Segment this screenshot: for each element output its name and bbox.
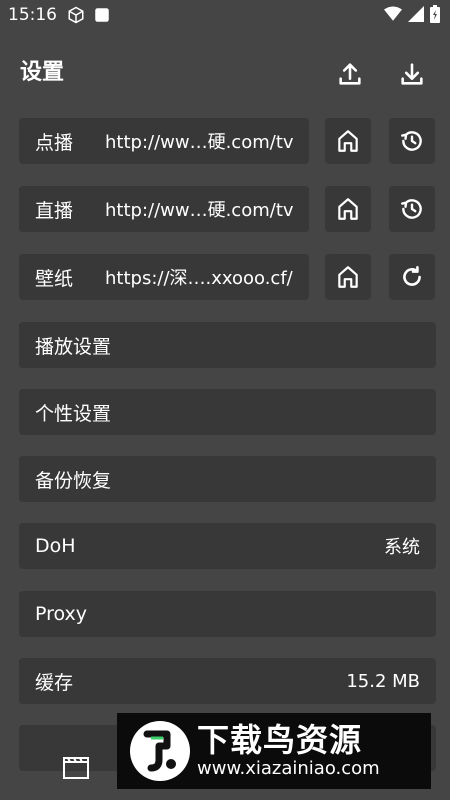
- live-label: 直播: [35, 199, 74, 222]
- vod-history-button[interactable]: [389, 118, 435, 164]
- setting-label: Proxy: [35, 603, 88, 625]
- wifi-icon: [384, 6, 402, 21]
- watermark-title: 下载鸟资源: [197, 721, 363, 759]
- battery-icon: [430, 5, 440, 23]
- setting-row-backup[interactable]: 备份恢复: [19, 456, 436, 502]
- download-button[interactable]: [398, 60, 426, 88]
- setting-label: 个性设置: [35, 402, 112, 425]
- home-icon: [338, 130, 358, 152]
- download-icon: [401, 63, 423, 85]
- wallpaper-url-row[interactable]: 壁纸 https://深….xxooo.cf/: [19, 254, 309, 300]
- setting-label: 备份恢复: [35, 469, 112, 492]
- wallpaper-url-value: https://深….xxooo.cf/: [105, 268, 293, 289]
- vod-label: 点播: [35, 131, 74, 154]
- wallpaper-refresh-button[interactable]: [389, 254, 435, 300]
- upload-icon: [339, 63, 361, 85]
- home-icon: [338, 198, 358, 220]
- setting-row-personalize[interactable]: 个性设置: [19, 389, 436, 435]
- setting-label: DoH: [35, 535, 76, 557]
- setting-label: 播放设置: [35, 335, 112, 358]
- live-url-row[interactable]: 直播 http://ww…硬.com/tv: [19, 186, 309, 232]
- square-icon: [95, 8, 109, 22]
- setting-row-cache[interactable]: 缓存 15.2 MB: [19, 658, 436, 704]
- vod-url-row[interactable]: 点播 http://ww…硬.com/tv: [19, 118, 309, 164]
- history-icon: [401, 199, 422, 219]
- live-history-button[interactable]: [389, 186, 435, 232]
- vod-home-button[interactable]: [325, 118, 371, 164]
- setting-label: 缓存: [35, 671, 74, 694]
- film-icon: [63, 757, 89, 779]
- refresh-icon: [403, 265, 421, 286]
- status-bar: 15:16: [0, 0, 450, 30]
- status-left-icons: [67, 6, 111, 24]
- live-home-button[interactable]: [325, 186, 371, 232]
- setting-value: 15.2 MB: [346, 670, 420, 692]
- setting-row-playback[interactable]: 播放设置: [19, 322, 436, 368]
- watermark-banner: 下载鸟资源 www.xiazainiao.com: [117, 713, 431, 789]
- film-nav-button[interactable]: [62, 756, 90, 780]
- setting-row-doh[interactable]: DoH 系统: [19, 523, 436, 569]
- wallpaper-label: 壁纸: [35, 267, 74, 290]
- home-icon: [338, 266, 358, 288]
- watermark-url: www.xiazainiao.com: [197, 758, 380, 779]
- cube-icon: [68, 6, 84, 24]
- page-title: 设置: [20, 60, 65, 85]
- watermark-text: 下载鸟资源 www.xiazainiao.com: [197, 722, 380, 780]
- setting-value: 系统: [384, 537, 420, 558]
- wallpaper-home-button[interactable]: [325, 254, 371, 300]
- history-icon: [401, 131, 422, 151]
- upload-button[interactable]: [336, 60, 364, 88]
- setting-row-proxy[interactable]: Proxy: [19, 591, 436, 637]
- live-url-value: http://ww…硬.com/tv: [105, 200, 294, 221]
- status-time: 15:16: [8, 5, 57, 25]
- vod-url-value: http://ww…硬.com/tv: [105, 132, 294, 153]
- signal-icon: [408, 6, 424, 22]
- status-right-icons: [384, 5, 440, 23]
- bird-logo-icon: [130, 721, 190, 781]
